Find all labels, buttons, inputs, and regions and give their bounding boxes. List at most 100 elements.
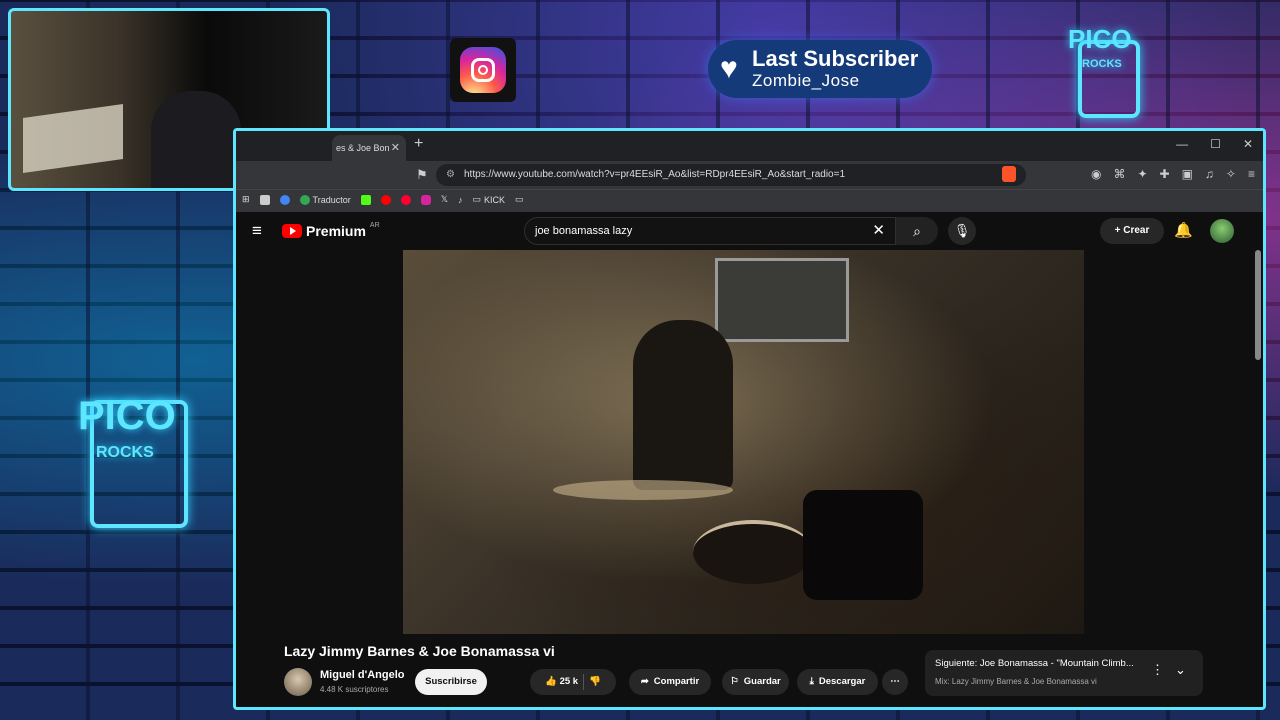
voice-search-button[interactable]: 🎙	[948, 217, 976, 245]
bookmarks-bar: ⊞ Traductor 𝕏 ♪ ▭ KICK ▭	[236, 189, 1263, 212]
channel-name[interactable]: Miguel d'Angelo	[320, 669, 405, 681]
pico-logo-text: PICO	[78, 394, 176, 438]
site-info-icon[interactable]: ⚙	[446, 164, 455, 186]
webcam-chair	[23, 103, 123, 174]
tab-bar: es & Joe Bon ✕ + — ☐ ✕	[236, 131, 1263, 161]
ai-icon[interactable]: ✧	[1226, 167, 1236, 181]
tab-title: es & Joe Bon	[336, 143, 390, 153]
brave-shields-icon[interactable]	[1002, 166, 1016, 182]
pico-rocks-logo-side: PICO ROCKS	[60, 340, 210, 540]
address-bar-row: ⚑ ⚙ https://www.youtube.com/watch?v=pr4E…	[236, 161, 1263, 189]
divider	[583, 674, 585, 690]
url-field[interactable]: ⚙ https://www.youtube.com/watch?v=pr4EEs…	[436, 164, 1026, 186]
bookmark-label: KICK	[484, 194, 506, 205]
last-subscriber-title: Last Subscriber	[752, 46, 919, 71]
download-button[interactable]: ⤓ Descargar	[797, 669, 878, 695]
dislike-icon[interactable]: 👎	[589, 669, 601, 695]
rocks-logo-text: ROCKS	[1082, 58, 1122, 70]
chevron-down-icon[interactable]: ⌄	[1175, 662, 1186, 678]
youtube-premium-label: Premium	[306, 223, 366, 239]
pico-logo-text: PICO	[1068, 24, 1132, 54]
share-label: Compartir	[653, 676, 700, 687]
youtube-music-icon[interactable]	[400, 194, 411, 205]
new-tab-icon[interactable]: +	[414, 135, 423, 153]
hamburger-menu-icon[interactable]: ≡	[252, 221, 262, 241]
like-dislike-group: 👍 25 k 👎	[530, 669, 616, 695]
folder-icon: ▭	[472, 194, 482, 204]
last-subscriber-badge: ♥ Last Subscriber Zombie_Jose	[708, 40, 932, 98]
youtube-icon[interactable]	[380, 194, 391, 205]
subscribe-button[interactable]: Suscribirse	[415, 669, 487, 695]
video-frame-drummer	[633, 320, 733, 490]
video-frame-snare	[693, 520, 813, 584]
screenshot-icon[interactable]: ▣	[1182, 167, 1193, 181]
window-controls: — ☐ ✕	[1176, 137, 1253, 151]
bookmark-translator[interactable]: Traductor	[299, 194, 351, 205]
instagram-icon	[450, 38, 516, 102]
save-button[interactable]: ⚐ Guardar	[722, 669, 789, 695]
instagram-icon[interactable]	[420, 194, 431, 205]
video-player[interactable]	[403, 250, 1084, 634]
extension-icon[interactable]: ✦	[1137, 167, 1147, 181]
bookmark-label: Traductor	[312, 194, 351, 205]
video-title: Lazy Jimmy Barnes & Joe Bonamassa vi	[284, 643, 555, 659]
kick-icon[interactable]	[360, 194, 371, 205]
bookmark-icon[interactable]	[259, 194, 270, 205]
bookmark-icon: ⚐	[730, 676, 739, 687]
folder-icon[interactable]: ▭	[515, 194, 524, 205]
download-icon: ⤓	[809, 676, 814, 687]
youtube-logo[interactable]: Premium AR	[282, 221, 380, 239]
share-icon: ➦	[640, 676, 649, 687]
more-actions-button[interactable]: ⋯	[882, 669, 908, 695]
browser-tab[interactable]: es & Joe Bon ✕	[332, 135, 406, 161]
save-label: Guardar	[743, 676, 781, 687]
search-value: joe bonamassa lazy	[535, 225, 633, 237]
create-button[interactable]: + Crear	[1100, 218, 1164, 244]
puzzle-icon[interactable]: ✚	[1160, 167, 1170, 181]
bookmark-kick[interactable]: ▭ KICK	[473, 194, 506, 205]
youtube-play-icon	[282, 224, 302, 238]
up-next-card[interactable]: Siguiente: Joe Bonamassa - "Mountain Cli…	[925, 650, 1203, 696]
minimize-icon[interactable]: —	[1176, 137, 1188, 151]
channel-subscribers: 4.48 K suscriptores	[320, 685, 389, 694]
microphone-icon: 🎙	[953, 223, 971, 238]
search-input[interactable]: joe bonamassa lazy ✕	[524, 217, 896, 245]
tab-close-icon[interactable]: ✕	[391, 135, 400, 161]
notifications-bell-icon[interactable]: 🔔	[1174, 221, 1193, 239]
x-icon[interactable]: 𝕏	[441, 194, 448, 205]
apps-icon[interactable]: ⊞	[242, 194, 250, 205]
clear-search-icon[interactable]: ✕	[872, 218, 885, 244]
menu-icon[interactable]: ≡	[1248, 167, 1255, 181]
maximize-icon[interactable]: ☐	[1210, 137, 1221, 151]
kebab-menu-icon[interactable]: ⋮	[1151, 662, 1164, 678]
webcam-person	[151, 91, 241, 188]
like-button[interactable]: 👍 25 k	[545, 669, 578, 695]
user-avatar[interactable]	[1210, 219, 1234, 243]
up-next-title: Siguiente: Joe Bonamassa - "Mountain Cli…	[935, 658, 1134, 669]
translate-icon[interactable]: ⌘	[1113, 167, 1125, 181]
tiktok-icon[interactable]: ♪	[458, 195, 463, 205]
create-label: Crear	[1123, 225, 1150, 236]
browser-window: es & Joe Bon ✕ + — ☐ ✕ ⚑ ⚙ https://www.y…	[233, 128, 1266, 710]
extension-icon[interactable]: ◉	[1091, 167, 1101, 181]
video-frame-cymbal	[553, 480, 733, 500]
youtube-header: ≡ Premium AR joe bonamassa lazy ✕ ⌕ 🎙 + …	[236, 212, 1263, 250]
last-subscriber-name: Zombie_Jose	[752, 71, 860, 90]
google-icon[interactable]	[279, 194, 290, 205]
region-code: AR	[369, 221, 380, 229]
video-frame-tom	[803, 490, 923, 600]
more-icon: ⋯	[890, 676, 900, 687]
google-icon	[299, 194, 310, 205]
scrollbar[interactable]	[1255, 250, 1261, 360]
pico-rocks-logo-top: PICO ROCKS	[1060, 0, 1150, 120]
media-icon[interactable]: ♫	[1205, 167, 1214, 181]
bookmark-icon[interactable]: ⚑	[416, 167, 428, 183]
channel-avatar[interactable]	[284, 668, 312, 696]
up-next-mix: Mix: Lazy Jimmy Barnes & Joe Bonamassa v…	[935, 677, 1097, 686]
share-button[interactable]: ➦ Compartir	[629, 669, 711, 695]
extension-icons: ◉ ⌘ ✦ ✚ ▣ ♫ ✧ ≡	[1091, 167, 1255, 181]
video-frame-window	[715, 258, 849, 342]
search-button[interactable]: ⌕	[896, 217, 938, 245]
close-window-icon[interactable]: ✕	[1243, 137, 1253, 151]
rocks-logo-text: ROCKS	[96, 444, 154, 461]
